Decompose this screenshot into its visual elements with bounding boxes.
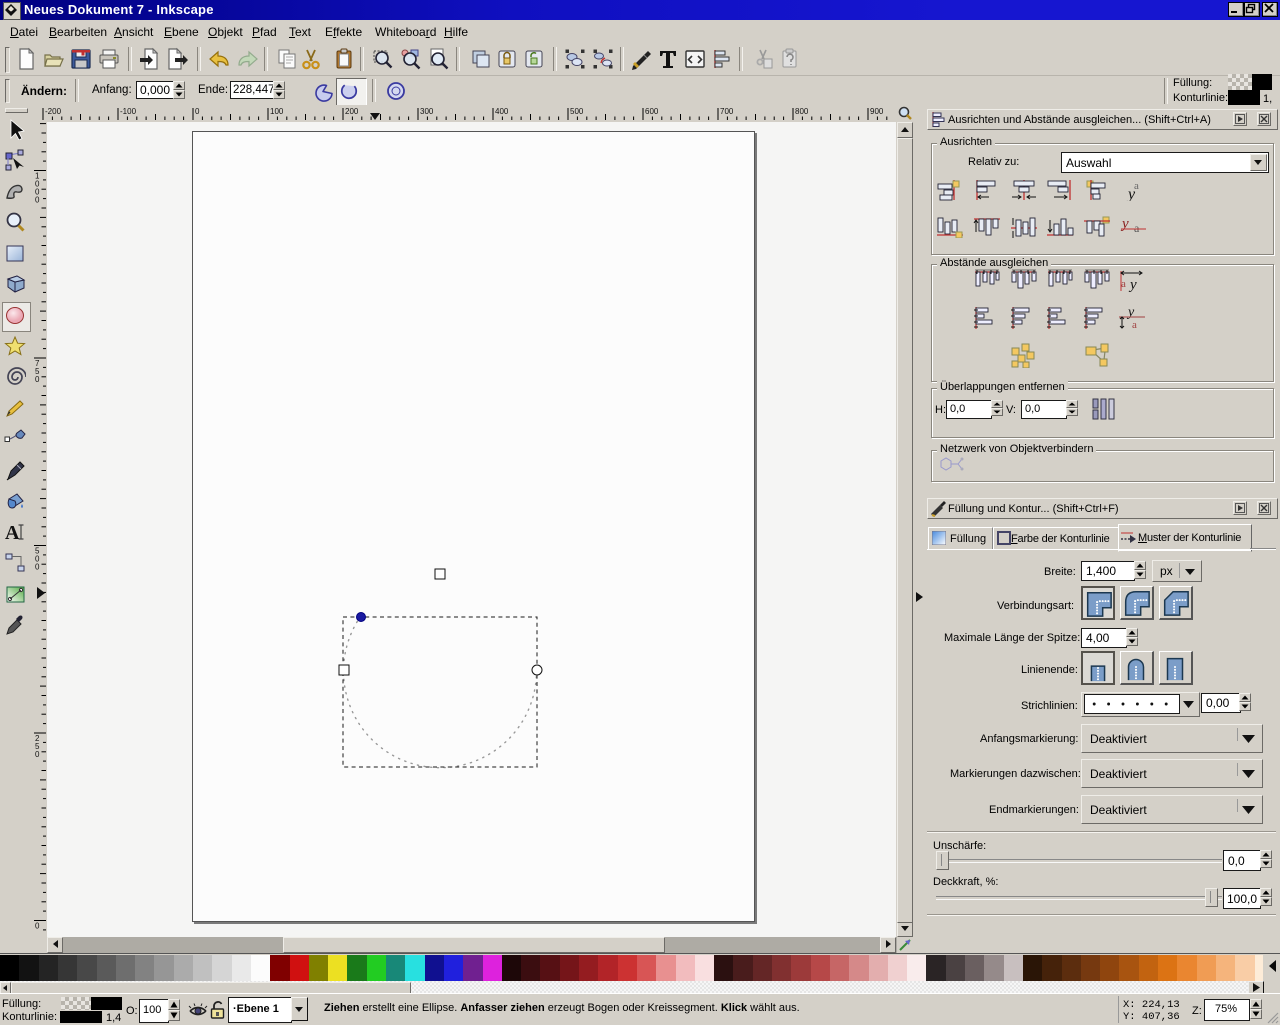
svg-text:200: 200 xyxy=(345,107,359,116)
svg-text:500: 500 xyxy=(570,107,584,116)
svg-text:A: A xyxy=(5,522,20,543)
svg-text:600: 600 xyxy=(645,107,659,116)
svg-text:y: y xyxy=(1126,186,1136,201)
svg-text:0: 0 xyxy=(35,563,40,572)
svg-text:y: y xyxy=(1120,216,1129,232)
svg-text:a: a xyxy=(1134,221,1140,235)
svg-text:400: 400 xyxy=(495,107,509,116)
svg-text:a: a xyxy=(1132,319,1137,330)
svg-text:0: 0 xyxy=(35,750,40,759)
svg-text:300: 300 xyxy=(420,107,434,116)
svg-text:y: y xyxy=(1128,277,1137,293)
svg-text:0: 0 xyxy=(35,922,40,931)
svg-text:a: a xyxy=(1121,278,1126,290)
svg-text:-200: -200 xyxy=(45,107,62,116)
svg-text:y: y xyxy=(1126,306,1135,320)
svg-text:0: 0 xyxy=(195,107,200,116)
svg-text:0: 0 xyxy=(35,375,40,384)
svg-text:0: 0 xyxy=(35,196,40,205)
svg-text:-100: -100 xyxy=(120,107,137,116)
svg-text:900: 900 xyxy=(870,107,884,116)
svg-text:800: 800 xyxy=(795,107,809,116)
svg-text:700: 700 xyxy=(720,107,734,116)
svg-text:100: 100 xyxy=(270,107,284,116)
